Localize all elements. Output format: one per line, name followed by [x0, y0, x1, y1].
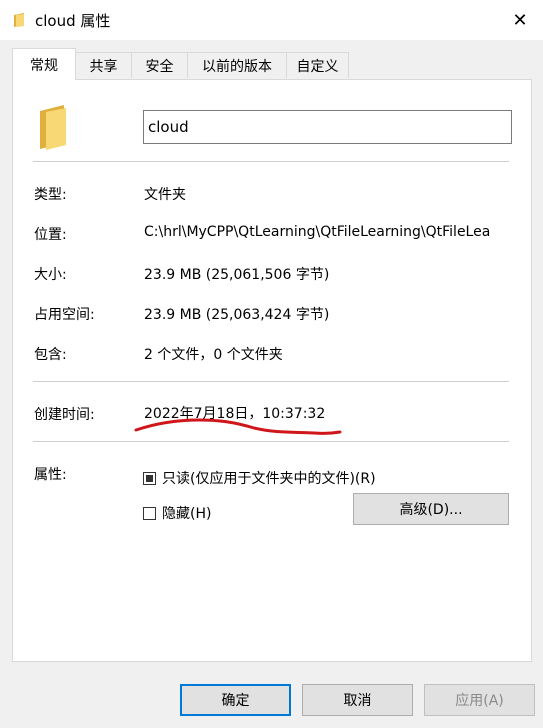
tab-previous-versions-label: 以前的版本 [202, 58, 272, 75]
size-on-disk-label: 占用空间: [34, 307, 95, 323]
contains-label: 包含: [34, 347, 67, 363]
type-label: 类型: [34, 187, 67, 203]
separator [33, 161, 509, 162]
tab-sharing-label: 共享 [89, 58, 118, 75]
tab-security-label: 安全 [145, 58, 174, 75]
tab-customize-label: 自定义 [296, 58, 339, 75]
folder-icon [14, 13, 24, 27]
apply-button-label: 应用(A) [455, 693, 504, 709]
separator [33, 381, 509, 382]
created-label: 创建时间: [34, 407, 95, 423]
name-input[interactable] [143, 110, 512, 144]
size-label: 大小: [34, 267, 67, 283]
tab-previous-versions[interactable]: 以前的版本 [187, 52, 287, 78]
folder-icon [40, 105, 66, 150]
tab-security[interactable]: 安全 [131, 52, 188, 78]
tab-sharing[interactable]: 共享 [75, 52, 132, 78]
location-label: 位置: [34, 227, 67, 243]
ok-button-label: 确定 [221, 693, 250, 709]
close-icon: ✕ [512, 9, 528, 31]
attributes-label: 属性: [34, 467, 67, 483]
contains-value: 2 个文件，0 个文件夹 [144, 347, 283, 363]
hidden-checkbox-row[interactable]: 隐藏(H) [143, 503, 211, 523]
hidden-checkbox-label: 隐藏(H) [162, 506, 212, 522]
advanced-button-label: 高级(D)... [399, 502, 463, 518]
separator [33, 441, 509, 442]
tab-general-label: 常规 [30, 57, 58, 74]
location-value: C:\hrl\MyCPP\QtLearning\QtFileLearning\Q… [144, 224, 491, 240]
readonly-checkbox-label: 只读(仅应用于文件夹中的文件)(R) [162, 471, 376, 487]
hidden-checkbox[interactable] [143, 506, 156, 520]
cancel-button[interactable]: 取消 [302, 684, 413, 716]
general-panel [12, 79, 532, 662]
size-value: 23.9 MB (25,061,506 字节) [144, 267, 330, 283]
window-title: cloud 属性 [35, 12, 111, 30]
tab-general[interactable]: 常规 [12, 48, 76, 80]
red-underline-annotation [134, 418, 342, 435]
readonly-checkbox-row[interactable]: 只读(仅应用于文件夹中的文件)(R) [143, 468, 376, 488]
apply-button[interactable]: 应用(A) [424, 684, 535, 716]
tab-customize[interactable]: 自定义 [286, 52, 349, 78]
close-button[interactable]: ✕ [497, 0, 543, 40]
size-on-disk-value: 23.9 MB (25,063,424 字节) [144, 307, 330, 323]
advanced-button[interactable]: 高级(D)... [353, 493, 509, 525]
cancel-button-label: 取消 [343, 693, 372, 709]
type-value: 文件夹 [144, 187, 186, 203]
ok-button[interactable]: 确定 [180, 684, 291, 716]
title-bar: cloud 属性 ✕ [0, 0, 543, 40]
readonly-checkbox[interactable] [143, 471, 156, 485]
